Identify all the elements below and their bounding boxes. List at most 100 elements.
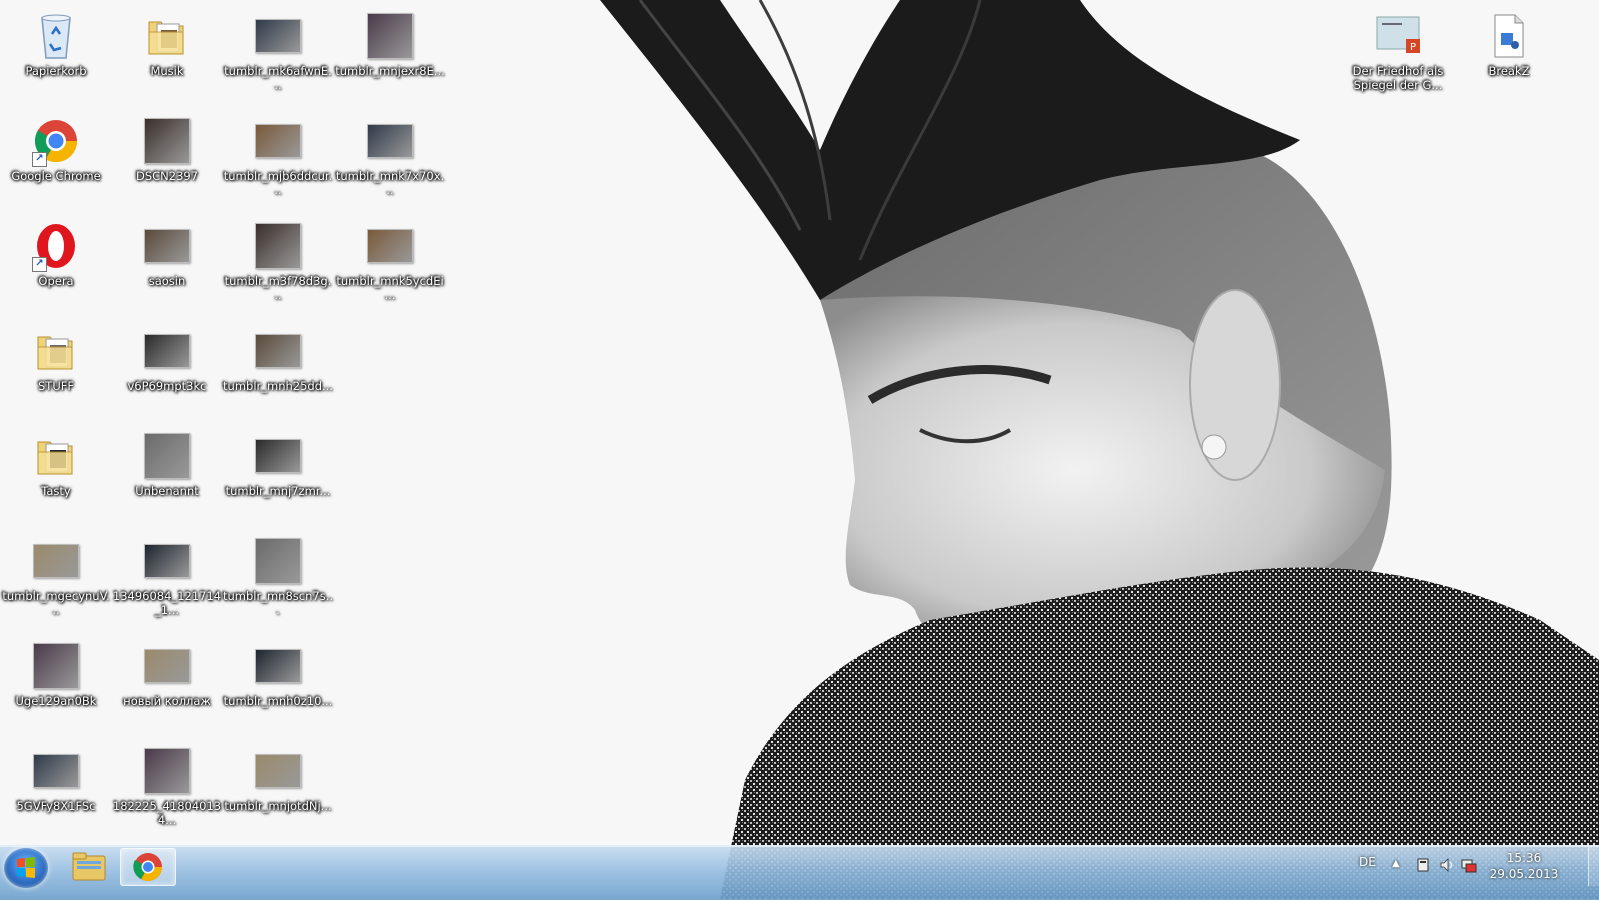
svg-text:P: P bbox=[1410, 42, 1416, 53]
desktop-icon[interactable]: Unbenannt bbox=[111, 424, 223, 524]
image-icon-graphic bbox=[364, 115, 416, 167]
volume-icon[interactable] bbox=[1439, 857, 1455, 873]
image-icon-graphic bbox=[30, 640, 82, 692]
desktop-icon-label: Google Chrome bbox=[11, 169, 101, 183]
clock-time: 15:36 bbox=[1506, 851, 1542, 865]
desktop-icon[interactable]: ↗ Google Chrome bbox=[0, 109, 112, 209]
start-button[interactable] bbox=[4, 848, 48, 888]
desktop-icon[interactable]: Musik bbox=[111, 4, 223, 104]
folder-icon-graphic bbox=[30, 430, 82, 482]
desktop-icon-label: 182225_418040134... bbox=[112, 799, 222, 827]
taskbar-explorer-button[interactable] bbox=[62, 848, 116, 884]
image-thumbnail-icon bbox=[33, 643, 79, 689]
image-icon-graphic bbox=[364, 220, 416, 272]
desktop-icon[interactable]: tumblr_mnk7x70x... bbox=[334, 109, 446, 209]
desktop-icon-label: tumblr_mnh25dd... bbox=[223, 379, 333, 393]
desktop-icon[interactable]: tumblr_mnh25dd... bbox=[222, 319, 334, 419]
desktop-icon[interactable]: P Der Friedhof als Spiegel der G... bbox=[1342, 4, 1454, 104]
image-icon-graphic bbox=[252, 115, 304, 167]
recycle-bin-icon bbox=[41, 14, 71, 59]
clock[interactable]: 15:36 29.05.2013 bbox=[1479, 850, 1569, 882]
desktop-icon-label: tumblr_mnk5ycdEi... bbox=[336, 274, 444, 302]
image-thumbnail-icon bbox=[255, 19, 301, 53]
folder-library-icon bbox=[72, 852, 106, 881]
image-icon-graphic bbox=[252, 535, 304, 587]
taskbar: DE ▲ 15:36 29.05.2013 bbox=[0, 845, 1599, 900]
desktop-icon-label: tumblr_mn8scn7s... bbox=[223, 589, 334, 617]
desktop-icon[interactable]: tumblr_mnjotdNj... bbox=[222, 739, 334, 839]
image-icon-graphic bbox=[141, 115, 193, 167]
image-thumbnail-icon bbox=[144, 334, 190, 368]
show-hidden-icons-icon[interactable]: ▲ bbox=[1392, 858, 1400, 869]
image-icon-graphic bbox=[252, 220, 304, 272]
image-thumbnail-icon bbox=[33, 544, 79, 578]
desktop-icon[interactable]: tumblr_m3f78d3g... bbox=[222, 214, 334, 314]
desktop-icon[interactable]: tumblr_mn8scn7s... bbox=[222, 529, 334, 629]
desktop-icon[interactable]: Tasty bbox=[0, 424, 112, 524]
desktop-icon[interactable]: tumblr_mnk5ycdEi... bbox=[334, 214, 446, 314]
audio-file-icon bbox=[1494, 14, 1524, 58]
image-thumbnail-icon bbox=[33, 754, 79, 788]
desktop-icon[interactable]: tumblr_mnjexr8E... bbox=[334, 4, 446, 104]
desktop-icon[interactable]: tumblr_mjb6ddcur... bbox=[222, 109, 334, 209]
image-thumbnail-icon bbox=[144, 544, 190, 578]
desktop-icon-label: Papierkorb bbox=[25, 64, 87, 78]
image-thumbnail-icon bbox=[367, 124, 413, 158]
image-icon-graphic bbox=[252, 325, 304, 377]
desktop-icon[interactable]: 13496084_121714_1... bbox=[111, 529, 223, 629]
desktop-icon[interactable]: v6P69mpt3kc bbox=[111, 319, 223, 419]
folder-icon bbox=[148, 21, 184, 55]
taskbar-chrome-button[interactable] bbox=[120, 848, 176, 886]
chrome-icon bbox=[133, 853, 162, 881]
desktop-icon-label: tumblr_mnh0z10... bbox=[223, 694, 333, 708]
image-icon-graphic bbox=[141, 430, 193, 482]
desktop-icon[interactable]: tumblr_mk6afwnE... bbox=[222, 4, 334, 104]
desktop-icon[interactable]: STUFF bbox=[0, 319, 112, 419]
desktop-icon[interactable]: BreakZ bbox=[1453, 4, 1565, 104]
desktop-icon[interactable]: tumblr_mnj7zmr... bbox=[222, 424, 334, 524]
desktop-icon-label: tumblr_mnj7zmr... bbox=[225, 484, 331, 498]
desktop-icon[interactable]: Papierkorb bbox=[0, 4, 112, 104]
network-icon[interactable] bbox=[1461, 857, 1477, 873]
folder-icon-graphic bbox=[30, 325, 82, 377]
image-thumbnail-icon bbox=[255, 754, 301, 788]
image-thumbnail-icon bbox=[144, 433, 190, 479]
image-icon-graphic bbox=[141, 220, 193, 272]
desktop-icon[interactable]: Uge129an0Bk bbox=[0, 634, 112, 734]
image-icon-graphic bbox=[141, 535, 193, 587]
desktop-icon-label: Tasty bbox=[41, 484, 71, 498]
desktop-icon-label: tumblr_mjb6ddcur... bbox=[223, 169, 333, 197]
desktop-icon[interactable]: tumblr_mnh0z10... bbox=[222, 634, 334, 734]
image-icon-graphic bbox=[30, 535, 82, 587]
desktop-icon[interactable]: новый коллаж bbox=[111, 634, 223, 734]
folder-icon bbox=[37, 336, 73, 370]
desktop-icon-label: STUFF bbox=[38, 379, 74, 393]
image-icon-graphic bbox=[141, 745, 193, 797]
desktop-icon-label: новый коллаж bbox=[123, 694, 211, 708]
action-center-flag-icon[interactable] bbox=[1415, 857, 1431, 873]
desktop-icon-label: v6P69mpt3kc bbox=[127, 379, 207, 393]
desktop-icon-label: saosin bbox=[148, 274, 186, 288]
image-thumbnail-icon bbox=[367, 13, 413, 59]
desktop-icon-label: tumblr_mnjexr8E... bbox=[335, 64, 445, 78]
desktop-icon[interactable]: DSCN2397 bbox=[111, 109, 223, 209]
image-thumbnail-icon bbox=[255, 538, 301, 584]
desktop-icon[interactable]: saosin bbox=[111, 214, 223, 314]
desktop-icon-label: 13496084_121714_1... bbox=[112, 589, 222, 617]
show-desktop-button[interactable] bbox=[1588, 846, 1599, 886]
desktop-icon-label: Musik bbox=[150, 64, 184, 78]
desktop-icon-label: Uge129an0Bk bbox=[15, 694, 97, 708]
image-icon-graphic bbox=[252, 640, 304, 692]
image-thumbnail-icon bbox=[144, 229, 190, 263]
desktop-icon[interactable]: tumblr_mgecynuV... bbox=[0, 529, 112, 629]
desktop-icon-label: tumblr_m3f78d3g... bbox=[224, 274, 332, 302]
image-icon-graphic bbox=[364, 10, 416, 62]
desktop-icon[interactable]: 182225_418040134... bbox=[111, 739, 223, 839]
desktop-icon[interactable]: ↗ Opera bbox=[0, 214, 112, 314]
image-thumbnail-icon bbox=[144, 748, 190, 794]
folder-icon bbox=[37, 441, 73, 475]
shortcut-arrow-icon: ↗ bbox=[32, 257, 47, 272]
image-thumbnail-icon bbox=[255, 649, 301, 683]
language-indicator[interactable]: DE bbox=[1359, 855, 1376, 869]
desktop-icon[interactable]: 5GVFy8X1FSc bbox=[0, 739, 112, 839]
